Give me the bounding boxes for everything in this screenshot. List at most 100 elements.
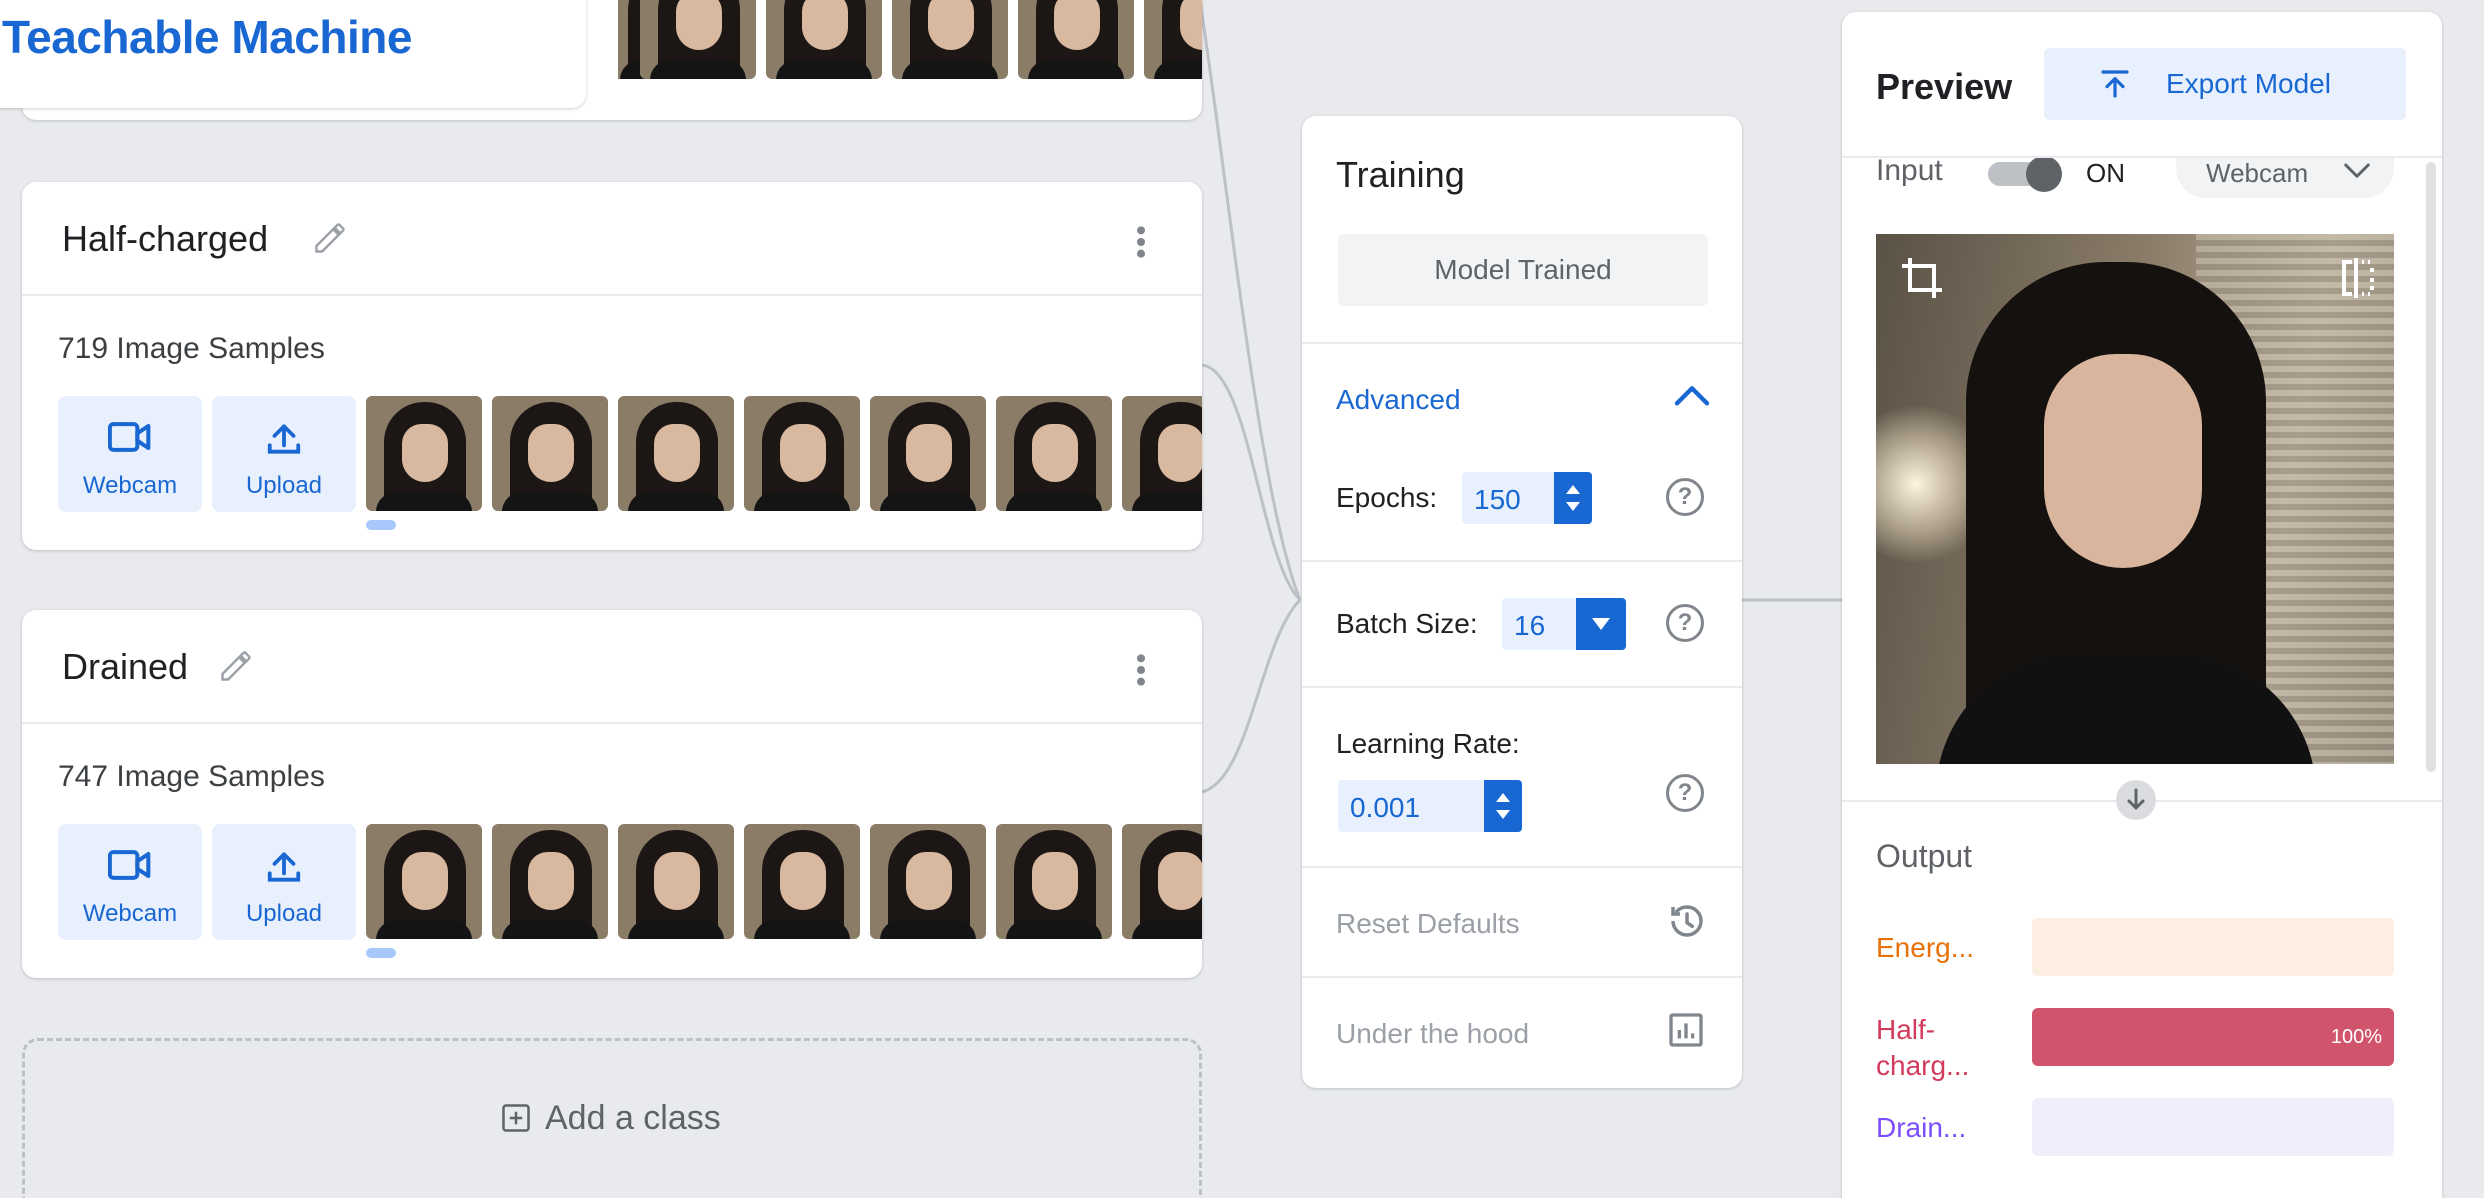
- class-card-drained: Drained 747 Image Samples Webcam Upload: [22, 610, 1202, 978]
- learning-rate-stepper[interactable]: [1484, 780, 1522, 832]
- webcam-label: Webcam: [82, 900, 178, 927]
- batch-size-label: Batch Size:: [1336, 608, 1478, 639]
- logo-card: Teachable Machine: [0, 0, 586, 108]
- add-class-button[interactable]: Add a class: [22, 1038, 1202, 1198]
- flip-icon[interactable]: [2338, 254, 2378, 302]
- bar-chart-icon: [1669, 1013, 1703, 1047]
- webcam-button[interactable]: Webcam: [58, 396, 202, 512]
- learning-rate-label: Learning Rate:: [1336, 728, 1520, 759]
- confidence-bar: [2032, 918, 2394, 976]
- sample-thumbnail[interactable]: [492, 396, 608, 511]
- sample-thumbnail[interactable]: [1122, 396, 1202, 511]
- stepper-arrows-icon: [1566, 485, 1580, 511]
- arrow-down-icon: [2127, 788, 2145, 810]
- under-the-hood-button[interactable]: Under the hood: [1302, 978, 1742, 1086]
- edit-pencil-icon[interactable]: [218, 648, 254, 684]
- sample-thumbnail[interactable]: [1122, 824, 1202, 939]
- sample-thumbnail[interactable]: [618, 824, 734, 939]
- chevron-down-icon: [2344, 163, 2370, 178]
- more-vert-icon[interactable]: [1126, 650, 1156, 690]
- learning-rate-value: 0.001: [1350, 792, 1421, 823]
- sample-thumbnail[interactable]: [618, 396, 734, 511]
- export-model-button[interactable]: Export Model: [2044, 48, 2406, 120]
- toggle-state-label: ON: [2086, 158, 2125, 188]
- app-title[interactable]: Teachable Machine: [2, 10, 412, 64]
- batch-size-value: 16: [1514, 610, 1546, 641]
- learning-rate-input[interactable]: 0.001: [1338, 780, 1522, 832]
- advanced-label: Advanced: [1336, 384, 1461, 415]
- card-divider: [22, 294, 1202, 296]
- under-the-hood-label: Under the hood: [1336, 1018, 1530, 1049]
- batch-size-help-icon[interactable]: ?: [1666, 604, 1704, 642]
- add-class-label: Add a class: [545, 1099, 721, 1137]
- batch-size-select[interactable]: 16: [1502, 598, 1626, 650]
- input-source-select[interactable]: Webcam: [2176, 158, 2394, 198]
- reset-defaults-button[interactable]: Reset Defaults: [1302, 868, 1742, 976]
- person-face: [2044, 354, 2202, 568]
- confidence-bar: 100%: [2032, 1008, 2394, 1066]
- scrollbar-thumb[interactable]: [366, 520, 396, 530]
- output-class-label: Drain...: [1876, 1112, 1967, 1143]
- epochs-label: Epochs:: [1336, 482, 1438, 513]
- output-row-drained: Drain...: [1842, 1098, 2442, 1158]
- epochs-input[interactable]: 150: [1462, 472, 1592, 524]
- sample-thumbnail[interactable]: [640, 0, 756, 79]
- divider: [1302, 686, 1742, 688]
- output-class-label: Half- charg...: [1876, 1014, 1970, 1081]
- preview-scrollbar[interactable]: [2426, 162, 2436, 772]
- learning-rate-help-icon[interactable]: ?: [1666, 774, 1704, 812]
- training-card: Training Model Trained Advanced Epochs: …: [1302, 116, 1742, 1088]
- epochs-help-icon[interactable]: ?: [1666, 478, 1704, 516]
- output-row-half-charged: Half- charg... 100%: [1842, 1008, 2442, 1088]
- sample-count: 747 Image Samples: [58, 760, 325, 793]
- sample-thumbnail[interactable]: [492, 824, 608, 939]
- webcam-button[interactable]: Webcam: [58, 824, 202, 940]
- scrollbar-thumb[interactable]: [366, 948, 396, 958]
- output-title: Output: [1876, 838, 1973, 874]
- videocam-icon: [108, 422, 151, 452]
- sample-thumbnail[interactable]: [744, 396, 860, 511]
- preview-title: Preview: [1876, 66, 2013, 107]
- arrow-down-button[interactable]: [2116, 780, 2156, 820]
- class-name[interactable]: Drained: [62, 646, 188, 688]
- sample-thumbnail[interactable]: [1144, 0, 1202, 79]
- sample-thumbnail[interactable]: [870, 396, 986, 511]
- input-source-value: Webcam: [2206, 158, 2309, 188]
- card-divider: [22, 722, 1202, 724]
- more-vert-icon[interactable]: [1126, 222, 1156, 262]
- input-label: Input: [1876, 158, 1943, 187]
- upload-label: Upload: [245, 472, 323, 499]
- epochs-stepper[interactable]: [1554, 472, 1592, 524]
- batch-dropdown-button[interactable]: [1576, 598, 1626, 650]
- input-toggle[interactable]: [1988, 158, 2062, 192]
- upload-button[interactable]: Upload: [212, 824, 356, 940]
- model-trained-button[interactable]: Model Trained: [1338, 234, 1708, 306]
- preview-card: Preview Export Model Input ON Webcam Out…: [1842, 12, 2442, 1198]
- training-title: Training: [1336, 154, 1465, 195]
- sample-strip: [366, 396, 1202, 514]
- sample-thumbnail[interactable]: [892, 0, 1008, 79]
- confidence-value: 100%: [2330, 1026, 2382, 1048]
- divider: [1302, 560, 1742, 562]
- class-name[interactable]: Half-charged: [62, 218, 268, 260]
- crop-icon[interactable]: [1898, 254, 1946, 302]
- upload-icon: [267, 852, 301, 882]
- sample-thumbnail[interactable]: [366, 824, 482, 939]
- edit-pencil-icon[interactable]: [312, 220, 348, 256]
- add-box-icon: [502, 1104, 530, 1132]
- chevron-up-icon: [1674, 386, 1710, 406]
- sample-thumbnail[interactable]: [744, 824, 860, 939]
- webcam-label: Webcam: [82, 472, 178, 499]
- sample-thumbnail[interactable]: [870, 824, 986, 939]
- sample-thumbnail[interactable]: [996, 824, 1112, 939]
- class-card-half-charged: Half-charged 719 Image Samples Webcam Up…: [22, 182, 1202, 550]
- upload-button[interactable]: Upload: [212, 396, 356, 512]
- sample-thumbnail[interactable]: [996, 396, 1112, 511]
- sample-thumbnail[interactable]: [1018, 0, 1134, 79]
- sample-thumbnail[interactable]: [366, 396, 482, 511]
- sample-thumbnail[interactable]: [766, 0, 882, 79]
- reset-defaults-label: Reset Defaults: [1336, 908, 1520, 939]
- advanced-toggle[interactable]: Advanced: [1302, 344, 1742, 456]
- output-class-label: Energ...: [1876, 932, 1975, 963]
- export-upload-icon: [2101, 70, 2129, 98]
